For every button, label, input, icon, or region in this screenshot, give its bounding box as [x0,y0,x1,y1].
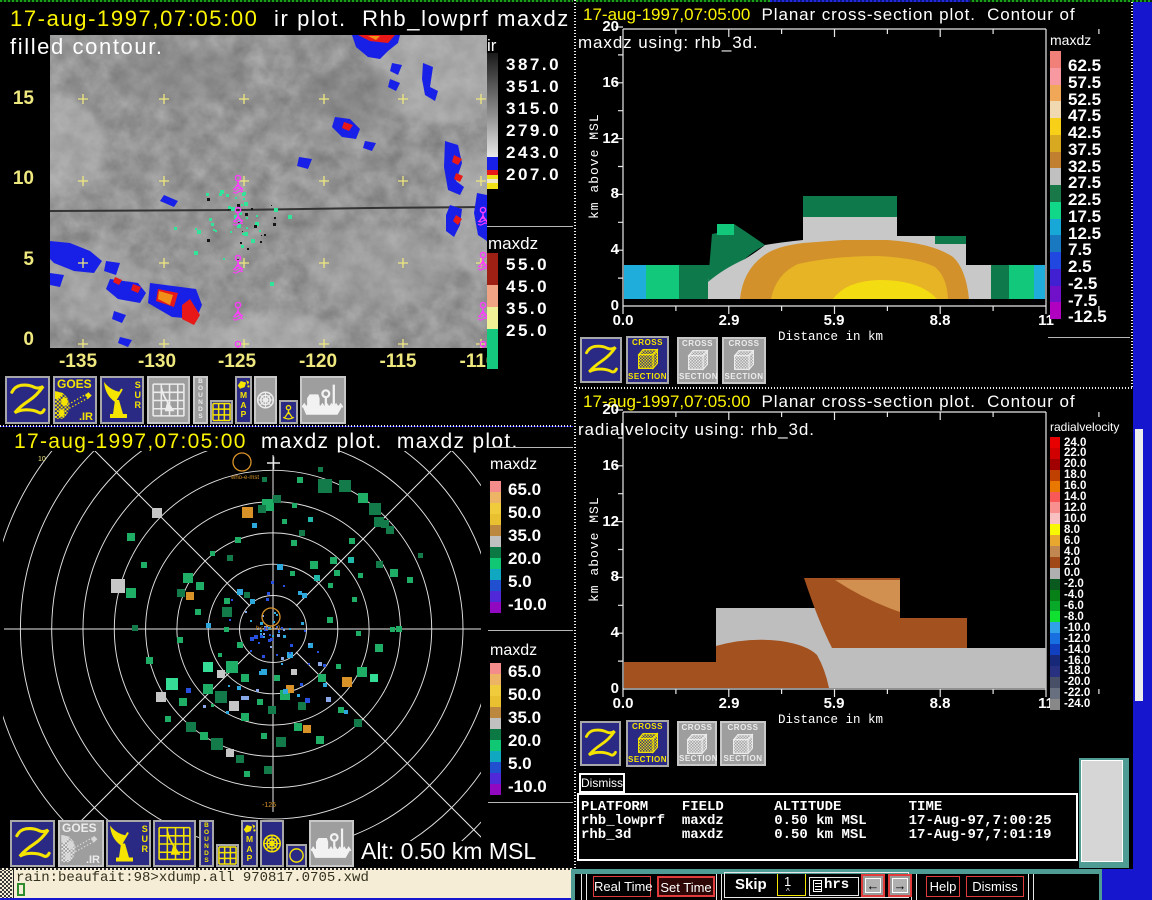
svg-text:10: 10 [38,456,46,463]
svg-text:-125: -125 [262,802,276,809]
svg-text:b<-125-0: b<-125-0 [256,626,281,632]
svg-text:who-e-mst: who-e-mst [230,475,259,481]
